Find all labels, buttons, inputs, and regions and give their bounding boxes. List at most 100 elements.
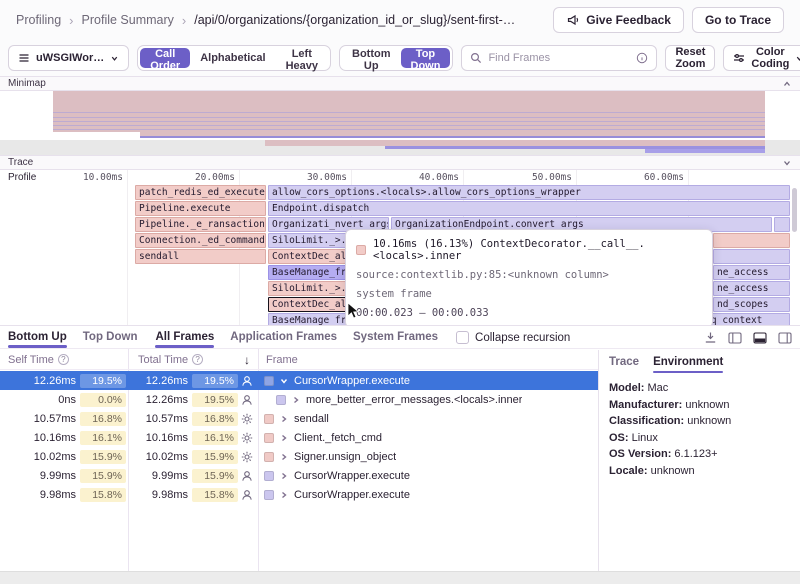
self-time-value: 0ns [0, 394, 76, 406]
color-coding-dropdown[interactable]: Color Coding [723, 45, 800, 71]
go-to-trace-button[interactable]: Go to Trace [692, 7, 784, 33]
view-tab-group: Bottom Up Top Down [8, 328, 137, 348]
call-order-button[interactable]: Call Order [140, 48, 190, 68]
reset-zoom-button[interactable]: Reset Zoom [665, 45, 715, 71]
frame-cell[interactable]: CursorWrapper.execute [258, 371, 598, 390]
chevron-right-icon[interactable] [279, 414, 289, 424]
collapse-recursion-toggle[interactable]: Collapse recursion [456, 331, 570, 348]
chevron-right-icon[interactable] [279, 433, 289, 443]
sort-descending-icon[interactable]: ↓ [244, 353, 250, 367]
go-to-trace-label: Go to Trace [705, 13, 771, 27]
flame-frame[interactable]: ne_access [713, 265, 790, 280]
tab-bottom-up[interactable]: Bottom Up [8, 328, 67, 348]
total-time-value: 10.57ms [128, 413, 188, 425]
user-icon [241, 375, 256, 387]
chevron-right-icon[interactable] [279, 452, 289, 462]
chevron-down-icon [110, 54, 119, 63]
self-time-value: 10.57ms [0, 413, 76, 425]
flame-frame[interactable]: ne_access [713, 281, 790, 296]
flame-frame[interactable]: patch_redis_ed_execute [135, 185, 266, 200]
flame-frame[interactable] [774, 217, 790, 232]
flame-frame[interactable] [713, 249, 790, 264]
table-row[interactable]: 10.02ms15.9%10.02ms15.9%Signer.unsign_ob… [0, 447, 598, 466]
frame-cell[interactable]: CursorWrapper.execute [258, 466, 598, 485]
collapse-recursion-label: Collapse recursion [475, 332, 570, 344]
bottom-up-button[interactable]: Bottom Up [342, 48, 401, 68]
flame-frame[interactable]: Pipeline.execute [135, 201, 266, 216]
tab-all-frames[interactable]: All Frames [155, 328, 214, 348]
frame-cell[interactable]: more_better_error_messages.<locals>.inne… [258, 390, 598, 409]
chevron-down-icon [782, 158, 792, 168]
chevron-right-icon[interactable] [291, 395, 301, 405]
collapse-recursion-checkbox[interactable] [456, 331, 469, 344]
frame-cell[interactable]: Signer.unsign_object [258, 447, 598, 466]
self-time-header-label: Self Time [8, 354, 54, 366]
search-input[interactable] [488, 52, 630, 64]
profile-label: Profile [8, 172, 36, 183]
trace-section-header[interactable]: Trace [0, 155, 800, 170]
flame-frame[interactable]: Connection._ed_command [135, 233, 266, 248]
thread-selector-label: uWSGIWor… [36, 52, 104, 64]
tab-environment[interactable]: Environment [653, 353, 723, 373]
chevron-right-icon[interactable] [279, 471, 289, 481]
flame-frame[interactable]: nd_scopes [713, 297, 790, 312]
total-time-percent: 16.8% [192, 412, 238, 426]
self-time-percent: 15.9% [80, 469, 126, 483]
frame-color-swatch [356, 245, 366, 255]
search-icon [470, 52, 482, 64]
flame-frame[interactable]: Pipeline._e_ransaction [135, 217, 266, 232]
minimap-canvas[interactable] [0, 91, 800, 155]
give-feedback-button[interactable]: Give Feedback [553, 7, 684, 33]
flame-frame[interactable]: Endpoint.dispatch [268, 201, 790, 216]
dock-left-icon[interactable] [728, 332, 742, 344]
left-heavy-button[interactable]: Left Heavy [276, 48, 328, 68]
vertical-scrollbar-thumb[interactable] [792, 188, 797, 232]
frame-cell[interactable]: CursorWrapper.execute [258, 485, 598, 504]
tab-top-down[interactable]: Top Down [83, 328, 138, 348]
table-row[interactable]: 9.98ms15.8%9.98ms15.8%CursorWrapper.exec… [0, 485, 598, 504]
field-value: Linux [632, 432, 658, 444]
trace-body: Profile 10.00ms20.00ms30.00ms40.00ms50.0… [0, 170, 800, 325]
sorting-segmented-control: Call Order Alphabetical Left Heavy [137, 45, 331, 71]
ruler-tick: 60.00ms [616, 172, 684, 183]
breadcrumb-item-profile-summary[interactable]: Profile Summary [82, 13, 174, 27]
minimap-section-header[interactable]: Minimap [0, 76, 800, 91]
top-down-button[interactable]: Top Down [401, 48, 451, 68]
direction-segmented-control: Bottom Up Top Down [339, 45, 453, 71]
frame-filter-tab-group: All Frames Application Frames System Fra… [155, 328, 438, 348]
flamegraph-canvas[interactable]: from_user_rq_contextQuerySet__lenseriali… [0, 185, 800, 325]
total-time-value: 10.16ms [128, 432, 188, 444]
horizontal-scrollbar[interactable] [0, 571, 800, 584]
table-row[interactable]: 12.26ms19.5%12.26ms19.5%CursorWrapper.ex… [0, 371, 598, 390]
tab-application-frames[interactable]: Application Frames [230, 328, 337, 348]
dock-right-icon[interactable] [778, 332, 792, 344]
frame-column-header[interactable]: Frame [258, 354, 298, 366]
table-row[interactable]: 10.16ms16.1%10.16ms16.1%Client._fetch_cm… [0, 428, 598, 447]
find-frames-search[interactable] [461, 45, 657, 71]
self-time-column-header[interactable]: Self Time ? [0, 354, 128, 366]
table-row[interactable]: 9.99ms15.9%9.99ms15.9%CursorWrapper.exec… [0, 466, 598, 485]
field-value: Mac [648, 382, 669, 394]
frame-cell[interactable]: Client._fetch_cmd [258, 428, 598, 447]
flame-frame[interactable] [713, 233, 790, 248]
tab-trace[interactable]: Trace [609, 353, 639, 373]
self-time-value: 9.98ms [0, 489, 76, 501]
mouse-cursor [347, 302, 360, 325]
table-row[interactable]: 10.57ms16.8%10.57ms16.8%sendall [0, 409, 598, 428]
download-icon[interactable] [704, 331, 717, 344]
dock-bottom-icon[interactable] [753, 332, 767, 344]
frame-cell[interactable]: sendall [258, 409, 598, 428]
alphabetical-button[interactable]: Alphabetical [190, 48, 275, 68]
total-time-column-header[interactable]: Total Time ? ↓ [128, 353, 258, 367]
breadcrumb-item-profiling[interactable]: Profiling [16, 13, 61, 27]
frame-name: Signer.unsign_object [294, 451, 396, 463]
flame-frame[interactable]: sendall [135, 249, 266, 264]
table-row[interactable]: 0ns0.0%12.26ms19.5%more_better_error_mes… [0, 390, 598, 409]
chevron-right-icon[interactable] [279, 490, 289, 500]
field-label: Manufacturer: [609, 399, 685, 411]
total-time-cell: 9.98ms15.8% [128, 488, 258, 502]
flame-frame[interactable]: allow_cors_options.<locals>.allow_cors_o… [268, 185, 790, 200]
tab-system-frames[interactable]: System Frames [353, 328, 438, 348]
thread-selector-dropdown[interactable]: uWSGIWor… [8, 45, 129, 71]
chevron-down-icon[interactable] [279, 376, 289, 386]
